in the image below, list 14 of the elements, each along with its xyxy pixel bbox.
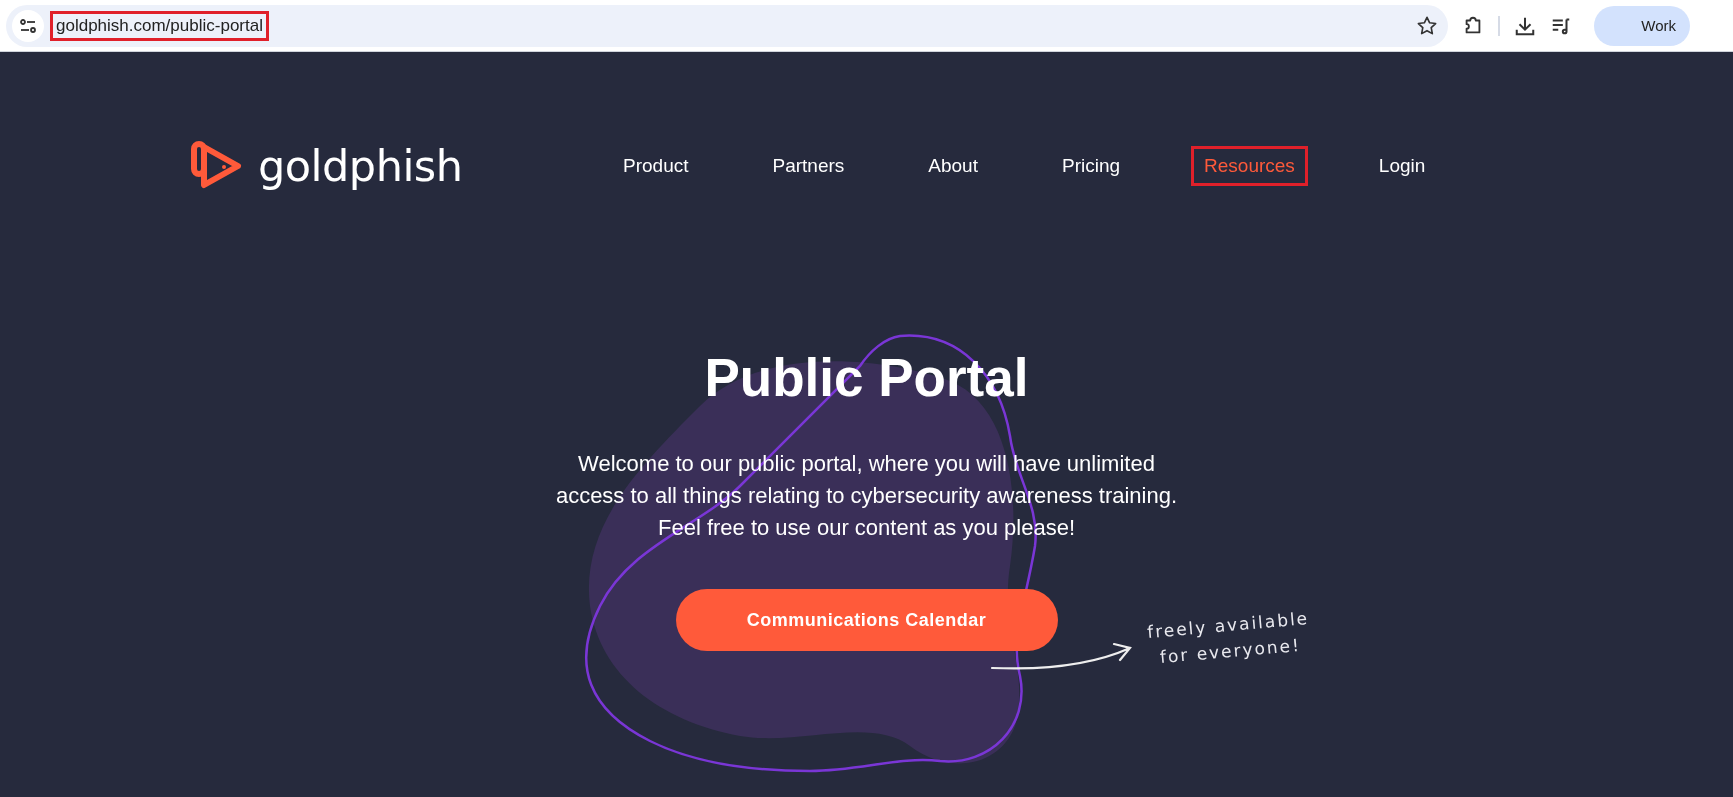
logo-icon	[188, 141, 244, 191]
url-text[interactable]: goldphish.com/public-portal	[50, 10, 269, 41]
site-settings-icon[interactable]	[12, 9, 44, 42]
nav-link[interactable]: Login	[1365, 146, 1439, 186]
handwritten-note: freely available for everyone!	[1146, 607, 1311, 670]
nav-link[interactable]: Partners	[759, 146, 858, 186]
nav-link[interactable]: Resources	[1191, 146, 1308, 186]
logo-wordmark[interactable]: goldphish	[258, 141, 463, 191]
nav-link[interactable]: About	[915, 146, 991, 186]
star-icon[interactable]	[1416, 14, 1438, 37]
nav-link[interactable]: Pricing	[1048, 146, 1134, 186]
address-bar[interactable]: goldphish.com/public-portal	[6, 4, 1448, 47]
nav-link[interactable]: Product	[610, 146, 702, 186]
profile-button[interactable]: Work	[1594, 5, 1690, 46]
